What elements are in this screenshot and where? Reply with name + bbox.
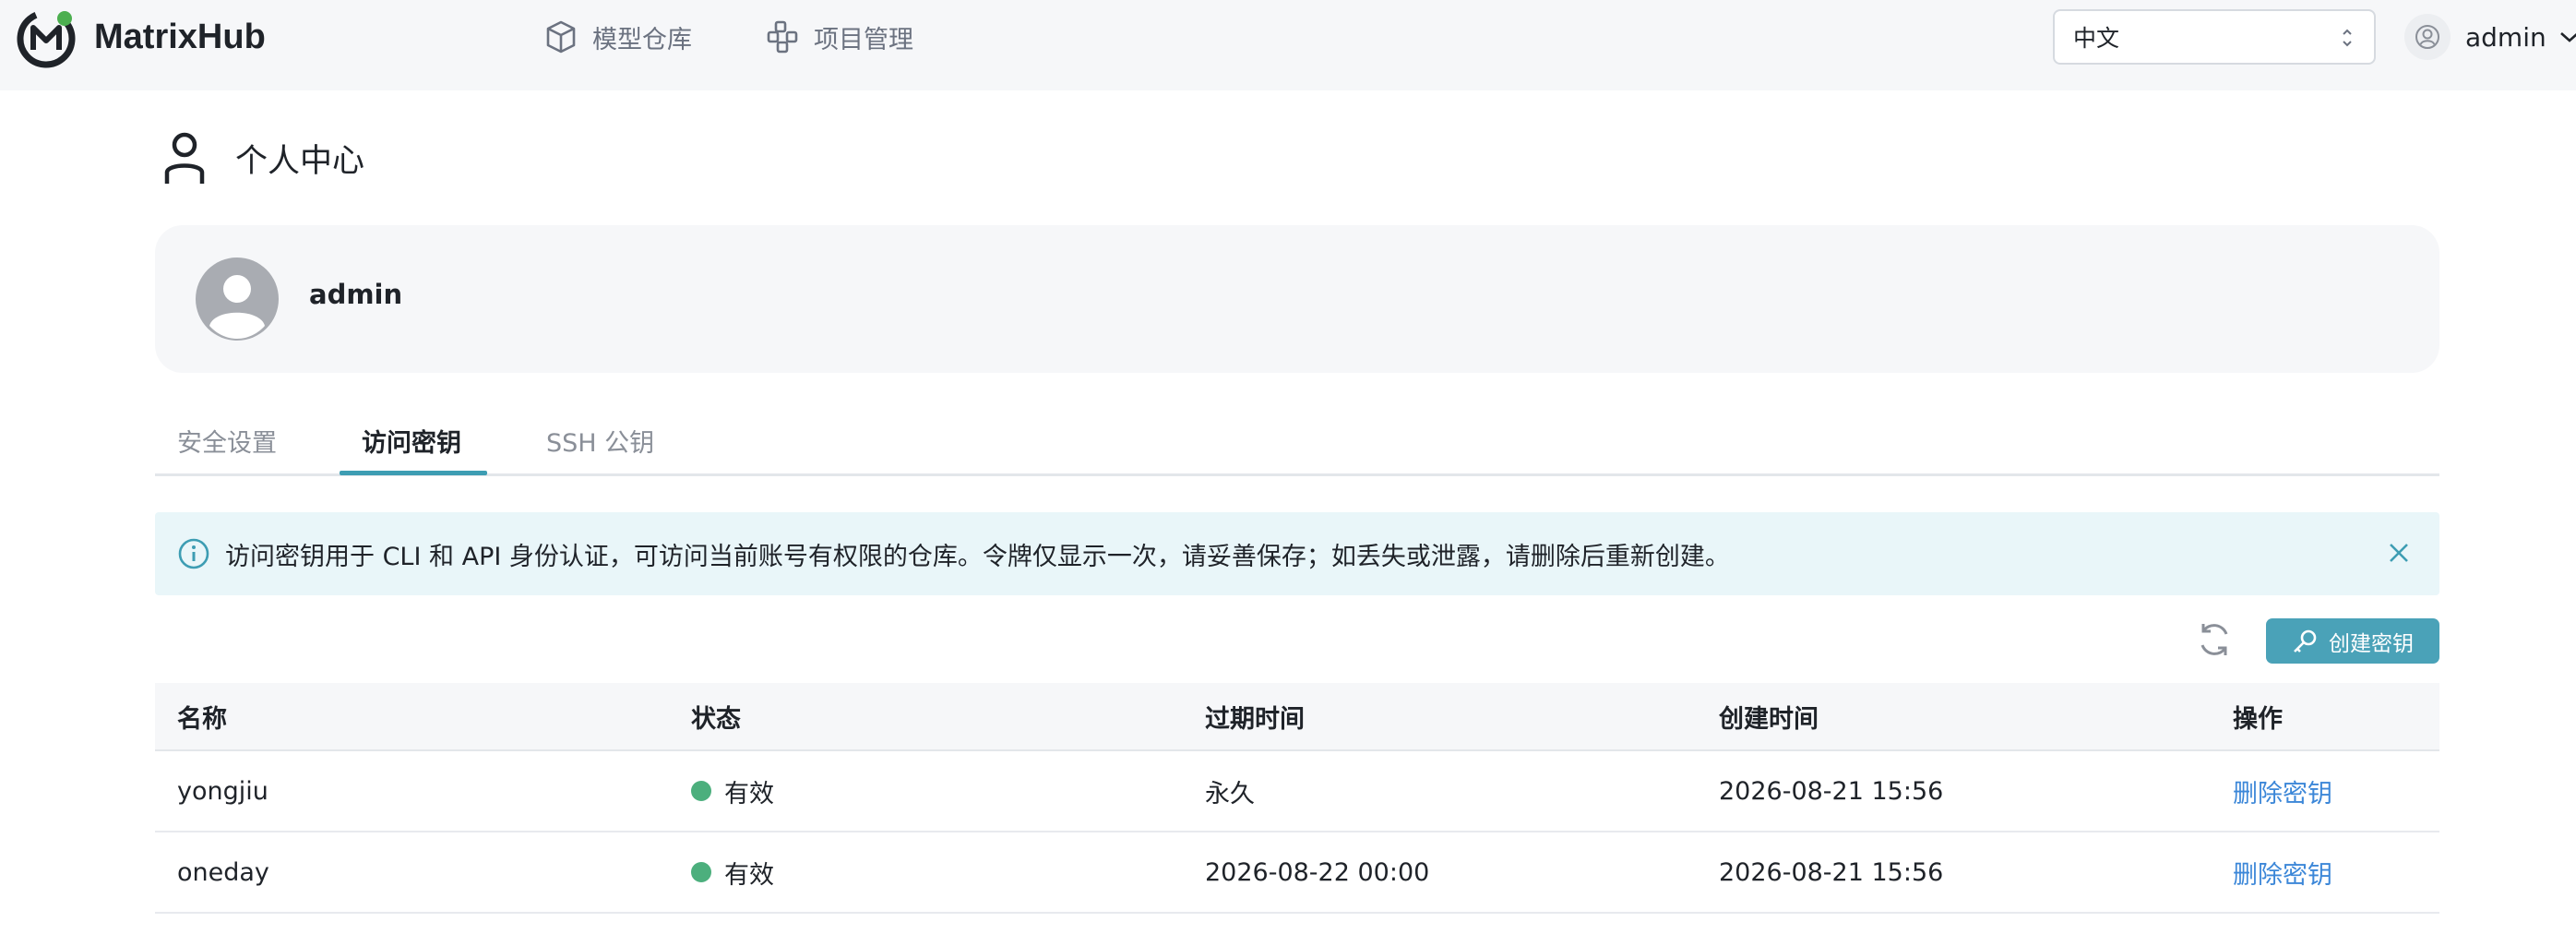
key-name: oneday [177,857,269,887]
create-key-label: 创建密钥 [2329,631,2414,656]
key-name: yongjiu [177,776,268,806]
table-row: oneday 有效 2026-08-22 00:00 2026-08-21 15… [155,832,2439,914]
status-dot-icon [691,781,711,801]
top-header: MatrixHub 模型仓库 项目管理 中文 admin [0,0,2576,90]
status-label: 有效 [724,860,774,890]
active-tab-indicator [340,471,487,475]
delete-key-link[interactable]: 删除密钥 [2233,773,2332,809]
table-header: 名称 状态 过期时间 创建时间 操作 [155,683,2439,751]
cube-icon [546,20,576,54]
delete-key-link[interactable]: 删除密钥 [2233,855,2332,891]
key-status: 有效 [691,773,774,809]
column-header-name: 名称 [177,704,227,734]
tab-security-settings[interactable]: 安全设置 [177,423,277,461]
column-header-actions: 操作 [2233,704,2283,734]
profile-card: admin [155,225,2439,373]
create-key-button[interactable]: 创建密钥 [2266,618,2439,664]
key-created: 2026-08-21 15:56 [1719,776,1944,806]
refresh-icon[interactable] [2196,618,2233,661]
key-expires: 永久 [1205,779,1255,808]
info-alert: 访问密钥用于 CLI 和 API 身份认证，可访问当前账号有权限的仓库。令牌仅显… [155,512,2439,595]
status-dot-icon [691,862,711,882]
select-caret-icon [2343,29,2352,47]
chevron-down-icon [2559,32,2576,42]
language-select-value: 中文 [2073,25,2120,52]
project-icon [767,20,798,54]
column-header-created: 创建时间 [1719,704,1819,734]
column-header-status: 状态 [691,704,741,734]
nav-item-label: 项目管理 [814,25,913,54]
user-icon [164,132,205,184]
brand-name[interactable]: MatrixHub [94,15,266,59]
tab-access-keys[interactable]: 访问密钥 [362,423,461,461]
key-created: 2026-08-21 15:56 [1719,857,1944,887]
table-row: yongjiu 有效 永久 2026-08-21 15:56 删除密钥 [155,751,2439,832]
page-header: 个人中心 [161,129,364,186]
page-title: 个人中心 [235,142,365,180]
key-expires: 2026-08-22 00:00 [1205,857,1430,887]
avatar [196,257,279,341]
matrixhub-logo-icon[interactable] [15,6,78,68]
nav-item-model-repo[interactable]: 模型仓库 [544,17,692,57]
status-label: 有效 [724,779,774,808]
user-menu[interactable]: admin [2404,13,2576,61]
alert-message: 访问密钥用于 CLI 和 API 身份认证，可访问当前账号有权限的仓库。令牌仅显… [225,542,1730,571]
profile-username: admin [309,279,403,310]
nav-item-project-management[interactable]: 项目管理 [766,17,913,57]
tab-bar: 安全设置 访问密钥 SSH 公钥 [155,413,2439,476]
column-header-expires: 过期时间 [1205,704,1305,734]
user-menu-name: admin [2465,21,2546,53]
language-select[interactable]: 中文 [2053,9,2376,65]
key-status: 有效 [691,855,774,891]
nav-item-label: 模型仓库 [592,25,692,54]
user-avatar-icon [2404,14,2451,60]
access-keys-table: 名称 状态 过期时间 创建时间 操作 yongjiu 有效 永久 2026-08… [155,683,2439,914]
info-icon [178,538,209,569]
tab-ssh-keys[interactable]: SSH 公钥 [546,423,654,461]
close-icon[interactable] [2386,540,2412,566]
key-icon [2294,629,2317,653]
